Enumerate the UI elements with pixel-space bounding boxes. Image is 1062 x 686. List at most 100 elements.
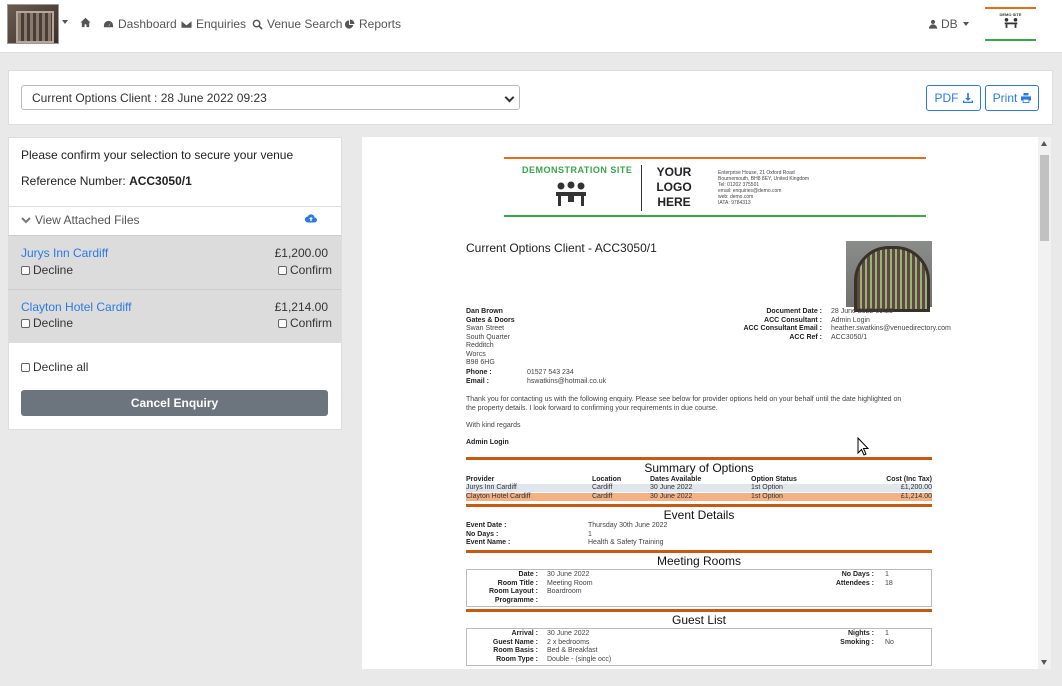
print-button[interactable]: Print	[985, 85, 1039, 111]
people-meeting-icon	[556, 181, 586, 206]
cell: Cardiff	[592, 493, 613, 500]
meeting-labels: Date : Room Title : Room Layout : Progra…	[466, 571, 538, 605]
guest-value: 2 x bedrooms	[547, 638, 590, 646]
nav-venue-search[interactable]: Venue Search	[252, 17, 342, 31]
decline-all-checkbox[interactable]: Decline all	[21, 360, 88, 374]
divider	[8, 206, 341, 207]
cell: 1st Option	[751, 493, 783, 500]
section-rule	[466, 609, 932, 612]
meeting-label: Room Title :	[497, 579, 538, 587]
logo-addr-line: IATA: 9784313	[718, 200, 751, 206]
guest-value: 1	[885, 630, 889, 637]
body-line: Thank you for contacting us with the fol…	[466, 396, 902, 403]
options-select-value: Current Options Client : 28 June 2022 09…	[32, 91, 267, 105]
cancel-enquiry-button[interactable]: Cancel Enquiry	[21, 390, 328, 416]
venue-link-2[interactable]: Clayton Hotel Cardiff	[21, 300, 132, 314]
guest-label: Smoking :	[840, 638, 874, 646]
event-values: Thursday 30th June 2022 1 Health & Safet…	[588, 522, 667, 548]
nav-reports[interactable]: Reports	[344, 17, 401, 31]
scrollbar-thumb[interactable]	[1040, 155, 1049, 241]
client-addr-line: Swan Street	[466, 325, 505, 332]
dashboard-icon	[103, 20, 114, 27]
venue-link-1[interactable]: Jurys Inn Cardiff	[21, 246, 108, 260]
logo-demo-text: DEMONSTRATION SITE	[522, 165, 633, 175]
client-addr-line: B98 6HG	[466, 359, 495, 366]
checkbox-box[interactable]	[21, 362, 30, 372]
client-address: Dan Brown Gates & Doors Swan Street Sout…	[466, 308, 515, 368]
checkbox-box[interactable]	[21, 265, 30, 275]
summary-heading: Summary of Options	[644, 461, 754, 475]
confirm-checkbox-2[interactable]: Confirm	[278, 316, 332, 330]
checkbox-box[interactable]	[278, 318, 287, 328]
document-preview[interactable]: DEMONSTRATION SITE YOUR LOGO HERE Enterp…	[362, 137, 1038, 669]
user-menu[interactable]: DB	[928, 17, 969, 31]
cell: Cardiff	[592, 484, 613, 491]
meta-value: Admin Login	[831, 316, 870, 324]
home-link[interactable]	[80, 17, 91, 28]
meeting-value: Meeting Room	[547, 579, 593, 587]
regards: With kind regards	[466, 422, 521, 429]
document-scrollbar[interactable]	[1038, 137, 1051, 669]
printer-icon	[1021, 93, 1032, 103]
venue-option-1: Jurys Inn Cardiff £1,200.00 Decline Conf…	[8, 235, 341, 290]
meta-label: ACC Ref :	[789, 333, 822, 341]
cell: Clayton Hotel Cardiff	[466, 493, 531, 500]
client-email-label: Email :	[466, 378, 489, 387]
decline-all-label: Decline all	[33, 360, 89, 374]
pie-chart-icon	[344, 18, 355, 29]
scroll-up-icon[interactable]	[1041, 141, 1047, 146]
mouse-cursor-icon	[857, 437, 870, 456]
client-thumbnail[interactable]	[7, 4, 59, 44]
reference-label: Reference Number:	[21, 174, 126, 188]
client-phone: 01527 543 234	[527, 369, 574, 376]
checkbox-box[interactable]	[278, 265, 287, 275]
chevron-down-icon	[504, 92, 515, 103]
confirm-label-2: Confirm	[290, 316, 333, 330]
decline-label-2: Decline	[33, 316, 74, 330]
event-labels: Event Date : No Days : Event Name :	[466, 522, 510, 548]
guest-labels-right: Nights : Smoking :	[802, 630, 874, 647]
top-navbar: Dashboard Enquiries Venue Search Reports…	[0, 0, 1062, 53]
event-label: Event Date :	[466, 522, 507, 529]
meta-value: heather.swatkins@venuedirectory.com	[831, 325, 951, 332]
decline-checkbox-1[interactable]: Decline	[21, 263, 73, 277]
decline-checkbox-2[interactable]: Decline	[21, 316, 73, 330]
section-rule	[466, 457, 932, 460]
scroll-down-icon[interactable]	[1041, 660, 1047, 665]
chevron-down-icon[interactable]	[62, 20, 68, 24]
event-label: No Days :	[466, 530, 499, 538]
home-icon	[80, 17, 91, 28]
body-line: the property details. I look forward to …	[466, 404, 718, 412]
search-icon	[252, 19, 263, 30]
decline-label-1: Decline	[33, 263, 74, 277]
summary-header-row: Provider Location Dates Available Option…	[466, 476, 932, 484]
client-email: hswatkins@hotmail.co.uk	[527, 378, 607, 385]
chevron-down-icon	[962, 22, 969, 26]
options-select[interactable]: Current Options Client : 28 June 2022 09…	[21, 85, 520, 110]
user-icon	[928, 19, 938, 29]
nav-dashboard[interactable]: Dashboard	[103, 17, 177, 31]
meeting-label: Room Layout :	[489, 588, 538, 595]
nav-enquiries[interactable]: Enquiries	[181, 17, 246, 31]
col-dates: Dates Available	[650, 476, 702, 483]
confirm-label-1: Confirm	[290, 263, 333, 277]
cell: 30 June 2022	[650, 493, 693, 500]
document-logo: DEMONSTRATION SITE YOUR LOGO HERE Enterp…	[504, 157, 926, 217]
guest-label: Room Type :	[496, 655, 538, 663]
guest-value: 30 June 2022	[547, 630, 590, 637]
download-icon	[962, 93, 973, 103]
guest-value: Bed & Breakfast	[547, 647, 598, 654]
confirm-checkbox-1[interactable]: Confirm	[278, 263, 332, 277]
checkbox-box[interactable]	[21, 318, 30, 328]
pdf-button[interactable]: PDF	[926, 85, 981, 111]
guest-label: Guest Name :	[492, 638, 538, 646]
cloud-upload-icon[interactable]	[305, 214, 317, 223]
summary-row: Clayton Hotel Cardiff Cardiff 30 June 20…	[466, 493, 932, 501]
meeting-label: Date :	[518, 571, 538, 578]
cell: £1,214.00	[900, 493, 932, 500]
meeting-value: Boardroom	[547, 588, 582, 595]
guest-label: Nights :	[847, 630, 874, 637]
cell: 30 June 2022	[650, 484, 693, 491]
meeting-values: 30 June 2022 Meeting Room Boardroom	[547, 571, 593, 597]
view-attached-files-toggle[interactable]: View Attached Files	[21, 213, 140, 227]
